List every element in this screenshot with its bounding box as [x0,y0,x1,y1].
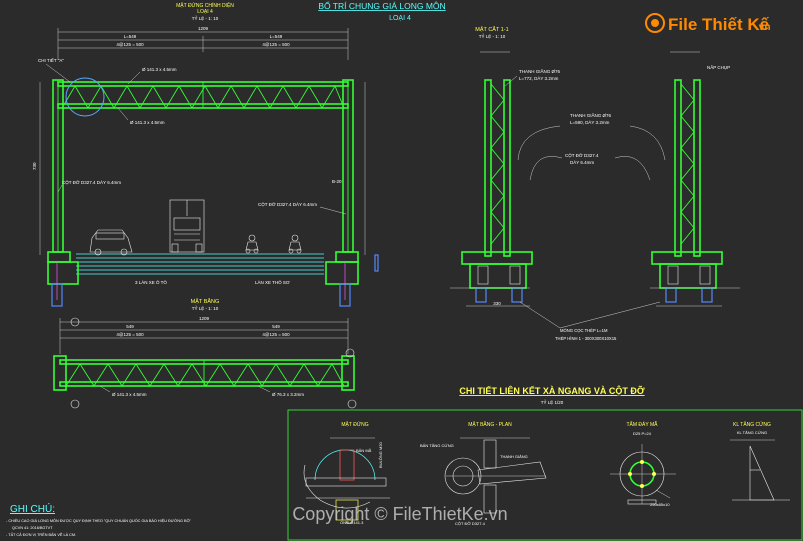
front-top-chord-label: Ø 141.3 x 4.5mm [142,67,177,72]
cad-drawing-canvas: BỐ TRÍ CHUNG GIÁ LONG MÔN LOẠI 4 MẶT ĐỨN… [6,0,803,541]
front-detail-callout: CHI TIẾT "A" [38,57,64,63]
detail-a-callout-circle [65,77,105,117]
section-bar-mid: THANH GIẰNG Ø76 [570,111,612,118]
motorbike-left-icon [245,234,259,254]
detail-plate: BẢN MÃ [356,448,372,453]
front-bottom-chord-label: Ø 141.3 x 4.5mm [130,120,165,125]
front-column-label: CỘT ĐỠ D327.4 DÀY 6.4mm [62,179,121,185]
front-left-segments: 4@125 = 500 [116,42,144,47]
plan-view-scale: TỶ LỆ - 1: 10 [192,304,219,311]
brand-logo: File Thiết Kế .vn [645,13,770,34]
main-title-sub: LOẠI 4 [389,15,411,22]
front-view-title-sub: LOẠI 4 [197,9,213,15]
car-icon [89,229,133,256]
section-view: THANH GIẰNG Ø76 L=772, DÀY 3.2mm THANH G… [450,51,740,341]
notes-block: GHI CHÚ: - CHIỀU CAO GIÁ LONG MÔN ĐƯỢC Q… [6,502,192,537]
front-height-dim: 730 [32,162,37,170]
copyright-watermark: Copyright © FileThietKe.vn [292,504,507,524]
section-view-title: MẶT CẮT 1-1 [475,25,508,33]
main-title: BỐ TRÍ CHUNG GIÁ LONG MÔN [318,0,445,11]
notes-line-2: QCVN 41: 2016/BGTVT [12,526,53,530]
front-column-label-right: CỘT ĐỠ D327.4 DÀY 6.4mm [258,201,317,207]
notes-heading: GHI CHÚ: [10,502,55,515]
section-column-spec: DÀY 6.4mm [570,159,594,165]
truck-icon [169,199,205,253]
detail-bolt: BULÔNG M20 [378,441,383,468]
plan-right-segments: 4@125 = 500 [262,332,290,337]
detail-stiff: BẢN TĂNG CỨNG [420,443,454,448]
section-base-note: MÓNG CỌC THÉP L=1M [560,328,608,333]
detail-rib-note: KL TĂNG CỨNG [737,430,767,435]
front-right-half: L=549 [270,34,283,39]
detail-title: CHI TIẾT LIÊN KẾT XÀ NGANG VÀ CỘT ĐỠ [459,385,645,396]
front-view-scale: TỶ LỆ - 1: 10 [192,14,219,21]
detail-plan-title: MẶT BẰNG - PLAN [468,420,512,428]
detail-gap: THANH GIẰNG [500,454,528,459]
front-lane-right: LÀN XE THÔ SƠ [255,279,290,285]
plan-view: 1209 549 549 4@125 = 500 4@125 = 500 Ø 1… [53,316,357,409]
plan-left-half: 549 [126,324,134,329]
detail-rib-dim: 250x85x10 [650,502,670,507]
section-dim-bottom: 330 [493,301,501,306]
front-side-mark: B-20 [332,179,342,184]
notes-line-1: - CHIỀU CAO GIÁ LONG MÔN ĐƯỢC QUY ĐỊNH T… [6,518,192,523]
section-view-scale: TỶ LỆ - 1: 10 [479,32,506,39]
motorbike-right-icon [288,234,302,254]
notes-line-3: - TẤT CẢ ĐƠN VỊ TRÊN BẢN VẼ LÀ CM. [6,532,76,537]
section-cap: NẮP CHỤP [707,63,730,70]
detail-base-plate: D25 P=24 [633,431,652,436]
section-column: CỘT ĐỠ D327.4 [565,152,599,158]
section-base-note2: THÉP HÌNH 1 - 300X300X10X15 [555,336,617,341]
detail-rib-title: KL TĂNG CỨNG [733,421,771,428]
detail-front-title: MẶT ĐỨNG [341,421,368,428]
plan-left-segments: 4@125 = 500 [116,332,144,337]
plan-chord-left: Ø 141.3 x 4.5mm [112,392,147,397]
logo-suffix: .vn [756,22,770,33]
plan-right-half: 549 [272,324,280,329]
section-bar-top-spec: L=772, DÀY 3.2mm [519,75,559,81]
logo-text: File Thiết Kế [668,15,770,34]
plan-span-total: 1209 [199,316,210,321]
front-span-total: 1209 [198,26,209,31]
detail-scale: TỶ LỆ 1/20 [541,398,564,405]
section-bar-mid-spec: L=590, DÀY 3.2mm [570,119,610,125]
front-left-half: L=549 [124,34,137,39]
front-elevation: 1209 L=549 L=549 4@125 = 500 4@125 = 500… [32,26,379,307]
logo-dot-icon [651,19,659,27]
front-lane-left: 3 LÀN XE Ô TÔ [135,279,167,285]
front-view-title: MẶT ĐỨNG CHÍNH DIỆN [176,1,234,9]
front-right-segments: 4@125 = 500 [262,42,290,47]
plan-view-title: MẶT BẰNG [191,297,220,305]
detail-base-title: TẤM ĐÁY MÃ [626,421,658,428]
section-bar-top: THANH GIẰNG Ø76 [519,67,561,74]
plan-chord-right: Ø 76.3 x 3.2mm [272,392,304,397]
